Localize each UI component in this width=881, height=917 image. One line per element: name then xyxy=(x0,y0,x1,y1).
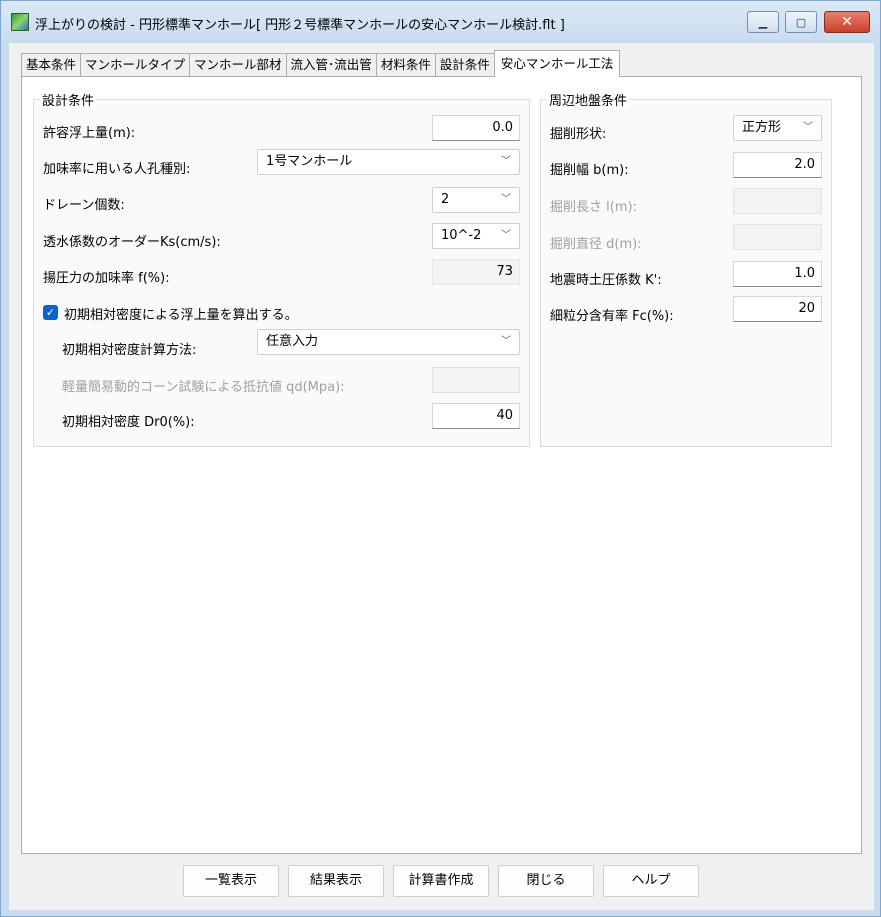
tab-materials[interactable]: 材料条件 xyxy=(375,53,435,77)
help-button[interactable]: ヘルプ xyxy=(603,865,699,897)
close-icon: ✕ xyxy=(841,14,853,30)
manhole-type-select[interactable]: 1号マンホール ﹀ xyxy=(257,149,520,175)
tab-panel: 設計条件 許容浮上量(m): 0.0 加味率に用いる人孔種別: 1号マンホール … xyxy=(21,76,862,854)
create-report-button[interactable]: 計算書作成 xyxy=(393,865,489,897)
chevron-down-icon: ﹀ xyxy=(501,156,511,167)
maximize-icon: ▢ xyxy=(795,15,807,29)
result-view-button[interactable]: 結果表示 xyxy=(288,865,384,897)
excavation-length-label: 掘削長さ l(m): xyxy=(550,200,637,215)
excavation-width-input[interactable]: 2.0 xyxy=(733,152,822,178)
seismic-coefficient-input[interactable]: 1.0 xyxy=(733,261,822,287)
initial-density-label: 初期相対密度 Dr0(%): xyxy=(62,415,195,430)
uplift-rate-label: 揚圧力の加味率 f(%): xyxy=(43,271,170,286)
cone-resistance-input[interactable] xyxy=(432,367,520,393)
design-conditions-title: 設計条件 xyxy=(40,90,97,109)
window-title: 浮上がりの検討 - 円形標準マンホール[ 円形２号標準マンホールの安心マンホール… xyxy=(35,18,565,33)
maximize-button[interactable]: ▢ xyxy=(785,11,817,33)
title-bar[interactable]: 浮上がりの検討 - 円形標準マンホール[ 円形２号標準マンホールの安心マンホール… xyxy=(1,1,880,43)
permeability-value: 10^-2 xyxy=(441,228,482,243)
dialog-client: 基本条件 マンホールタイプ マンホール部材 流入管･流出管 材料条件 設計条件 … xyxy=(9,43,874,910)
tab-strip: 基本条件 マンホールタイプ マンホール部材 流入管･流出管 材料条件 設計条件 … xyxy=(21,50,621,77)
close-window-button[interactable]: ✕ xyxy=(824,11,870,33)
minimize-icon: ▁ xyxy=(758,15,768,29)
list-view-button[interactable]: 一覧表示 xyxy=(183,865,279,897)
seismic-coefficient-label: 地震時土圧係数 K': xyxy=(550,273,662,288)
chevron-down-icon: ﹀ xyxy=(501,230,511,241)
initial-density-checkbox[interactable]: ✓ xyxy=(43,305,58,320)
permeability-select[interactable]: 10^-2 ﹀ xyxy=(432,223,520,249)
tab-manhole-type[interactable]: マンホールタイプ xyxy=(80,53,190,77)
manhole-type-label: 加味率に用いる人孔種別: xyxy=(43,162,191,177)
allowable-uplift-input[interactable]: 0.0 xyxy=(432,115,520,141)
drain-count-select[interactable]: 2 ﹀ xyxy=(432,187,520,213)
tab-pipes[interactable]: 流入管･流出管 xyxy=(285,53,376,77)
close-button[interactable]: 閉じる xyxy=(498,865,594,897)
tab-design[interactable]: 設計条件 xyxy=(434,53,494,77)
chevron-down-icon: ﹀ xyxy=(803,122,813,133)
app-icon xyxy=(11,13,29,31)
ground-conditions-title: 周辺地盤条件 xyxy=(547,90,630,109)
excavation-width-label: 掘削幅 b(m): xyxy=(550,163,629,178)
excavation-shape-select[interactable]: 正方形 ﹀ xyxy=(733,115,822,141)
cone-resistance-label: 軽量簡易動的コーン試験による抵抗値 qd(Mpa): xyxy=(62,380,345,395)
minimize-button[interactable]: ▁ xyxy=(747,11,779,33)
permeability-label: 透水係数のオーダーKs(cm/s): xyxy=(43,235,221,250)
tab-manhole-members[interactable]: マンホール部材 xyxy=(189,53,286,77)
excavation-length-input[interactable] xyxy=(733,188,822,214)
excavation-diameter-label: 掘削直径 d(m): xyxy=(550,237,642,252)
chevron-down-icon: ﹀ xyxy=(501,194,511,205)
calc-method-label: 初期相対密度計算方法: xyxy=(62,343,197,358)
drain-count-value: 2 xyxy=(441,192,450,207)
fines-content-input[interactable]: 20 xyxy=(733,296,822,322)
chevron-down-icon: ﹀ xyxy=(501,336,511,347)
tab-basic[interactable]: 基本条件 xyxy=(21,53,81,77)
initial-density-check-label[interactable]: 初期相対密度による浮上量を算出する。 xyxy=(64,304,298,323)
app-window: 浮上がりの検討 - 円形標準マンホール[ 円形２号標準マンホールの安心マンホール… xyxy=(0,0,881,917)
drain-count-label: ドレーン個数: xyxy=(43,198,125,213)
fines-content-label: 細粒分含有率 Fc(%): xyxy=(550,309,674,324)
excavation-diameter-input[interactable] xyxy=(733,224,822,250)
calc-method-select[interactable]: 任意入力 ﹀ xyxy=(257,329,520,355)
allowable-uplift-label: 許容浮上量(m): xyxy=(43,126,136,141)
manhole-type-value: 1号マンホール xyxy=(266,154,353,169)
tab-safe-manhole[interactable]: 安心マンホール工法 xyxy=(493,50,621,77)
calc-method-value: 任意入力 xyxy=(266,334,319,349)
uplift-rate-input: 73 xyxy=(432,259,520,285)
excavation-shape-label: 掘削形状: xyxy=(550,127,607,142)
excavation-shape-value: 正方形 xyxy=(742,120,782,135)
check-icon: ✓ xyxy=(45,306,56,319)
initial-density-input[interactable]: 40 xyxy=(432,403,520,429)
